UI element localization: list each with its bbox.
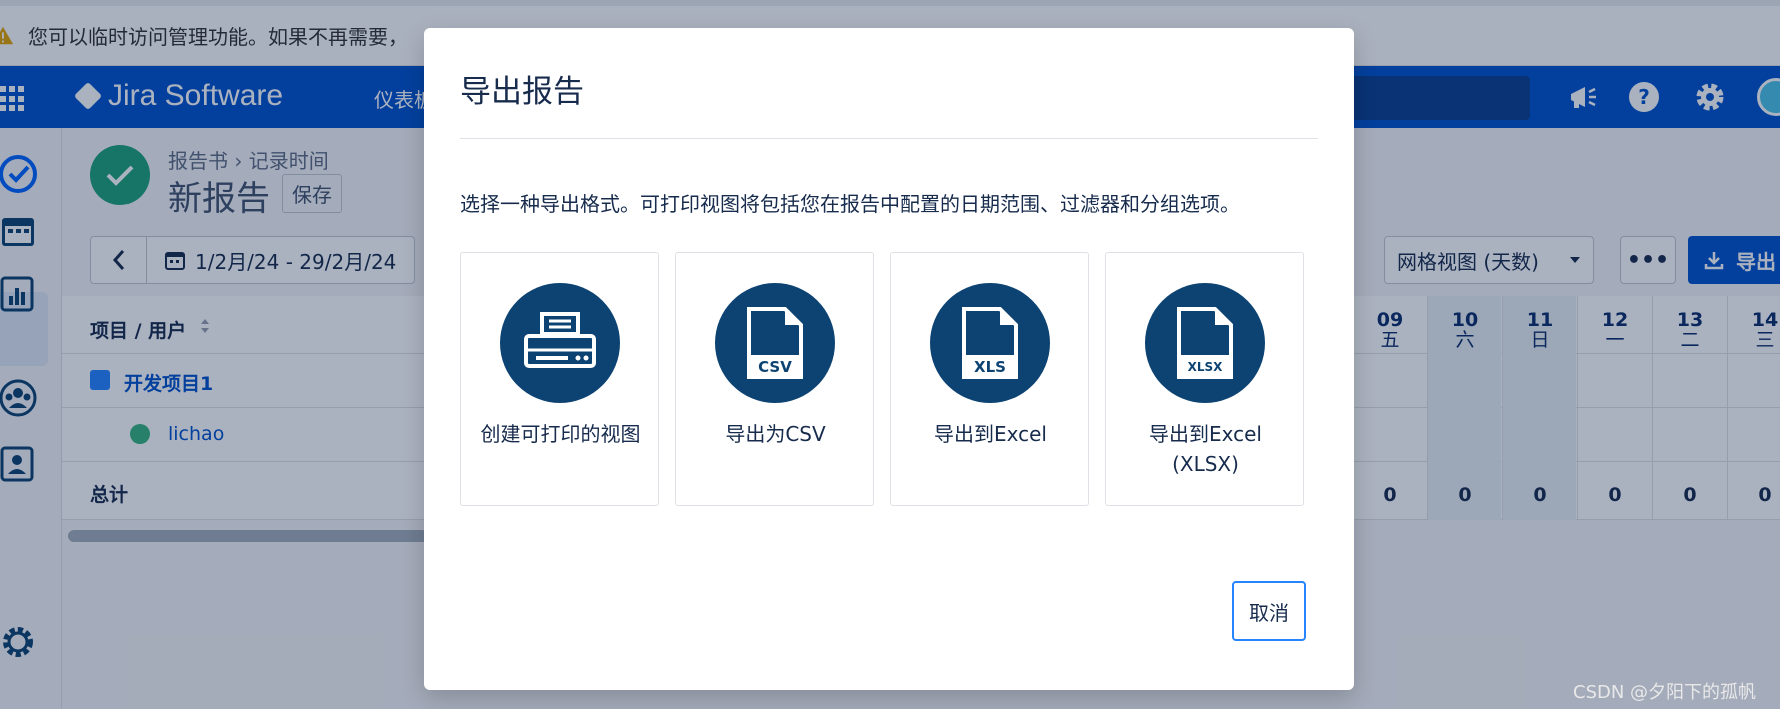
dialog-description: 选择一种导出格式。可打印视图将包括您在报告中配置的日期范围、过滤器和分组选项。 bbox=[460, 192, 1240, 216]
dialog-divider bbox=[460, 138, 1318, 139]
xls-file-icon: XLS bbox=[962, 307, 1018, 379]
svg-text:XLS: XLS bbox=[974, 358, 1006, 376]
option-label: 导出到Excel bbox=[934, 422, 1047, 446]
export-option-xls[interactable]: XLS 导出到Excel bbox=[890, 252, 1089, 506]
export-report-dialog: 导出报告 选择一种导出格式。可打印视图将包括您在报告中配置的日期范围、过滤器和分… bbox=[424, 28, 1354, 690]
dialog-title: 导出报告 bbox=[460, 74, 584, 110]
option-label: 导出为CSV bbox=[725, 422, 826, 446]
export-option-csv[interactable]: CSV 导出为CSV bbox=[675, 252, 874, 506]
option-label: 导出到Excel (XLSX) bbox=[1149, 422, 1262, 476]
option-icon-circle bbox=[500, 283, 620, 403]
csdn-watermark: CSDN @夕阳下的孤帆 bbox=[1573, 682, 1757, 703]
option-icon-circle: CSV bbox=[715, 283, 835, 403]
option-icon-circle: XLS bbox=[930, 283, 1050, 403]
export-option-printable[interactable]: 创建可打印的视图 bbox=[460, 252, 659, 506]
export-options: 创建可打印的视图 CSV 导出为CSV XLS 导出到Excel XLSX 导出… bbox=[460, 252, 1304, 506]
export-option-xlsx[interactable]: XLSX 导出到Excel (XLSX) bbox=[1105, 252, 1304, 506]
svg-text:XLSX: XLSX bbox=[1188, 360, 1224, 374]
option-label: 创建可打印的视图 bbox=[480, 422, 641, 446]
cancel-button[interactable]: 取消 bbox=[1232, 581, 1306, 641]
printer-icon bbox=[524, 312, 596, 368]
xlsx-file-icon: XLSX bbox=[1177, 307, 1233, 379]
svg-text:CSV: CSV bbox=[758, 358, 792, 376]
csv-file-icon: CSV bbox=[747, 307, 803, 379]
option-icon-circle: XLSX bbox=[1145, 283, 1265, 403]
